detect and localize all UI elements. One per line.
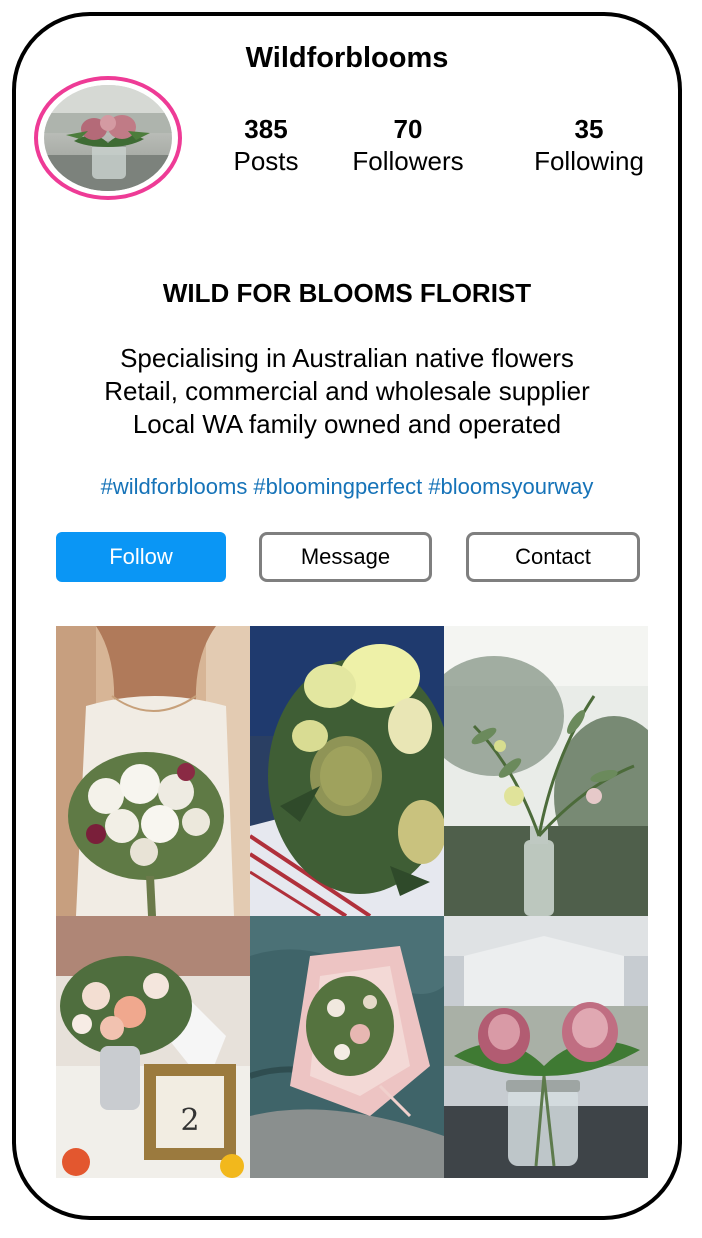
profile-username: Wildforblooms [245,42,449,74]
bridal-bouquet-photo-icon [56,626,250,916]
post-tile[interactable] [56,626,250,916]
following-count: 35 [574,114,604,144]
post-tile[interactable] [444,916,648,1178]
post-tile[interactable]: 2 [56,916,250,1178]
avatar-ring[interactable] [34,76,182,200]
bio-line: Specialising in Australian native flower… [120,343,574,373]
eucalyptus-vase-photo-icon [444,626,648,916]
bio-line: Retail, commercial and wholesale supplie… [104,376,590,406]
post-tile[interactable] [250,626,444,916]
wrapped-bouquet-photo-icon [250,916,444,1178]
protea-jar-avatar-icon [44,85,172,191]
phone-frame: Wildforblooms 385 Posts 70 Followers 35 … [12,12,682,1220]
bio-text: Specialising in Australian native flower… [16,342,678,441]
following-label: Following [534,146,644,176]
posts-count: 385 [244,114,288,144]
banksia-arrangement-photo-icon [250,626,444,916]
follow-button[interactable]: Follow [56,532,226,582]
table-centerpiece-photo-icon: 2 [56,916,250,1178]
bio-hashtags[interactable]: #wildforblooms #bloomingperfect #bloomsy… [16,474,678,500]
bio-line: Local WA family owned and operated [132,409,562,439]
message-button[interactable]: Message [259,532,432,582]
stat-posts[interactable]: 385 Posts [221,114,311,178]
stat-followers[interactable]: 70 Followers [338,114,478,178]
followers-label: Followers [352,146,464,176]
protea-jar-photo-icon [444,916,648,1178]
post-tile[interactable] [444,626,648,916]
post-tile[interactable] [250,916,444,1178]
posts-label: Posts [233,146,299,176]
contact-button[interactable]: Contact [466,532,640,582]
svg-text:2: 2 [180,1103,199,1138]
stat-following[interactable]: 35 Following [524,114,654,178]
followers-count: 70 [393,114,423,144]
avatar [44,85,172,191]
post-grid: 2 [56,626,648,1178]
bio-title: WILD FOR BLOOMS FLORIST [162,278,532,308]
